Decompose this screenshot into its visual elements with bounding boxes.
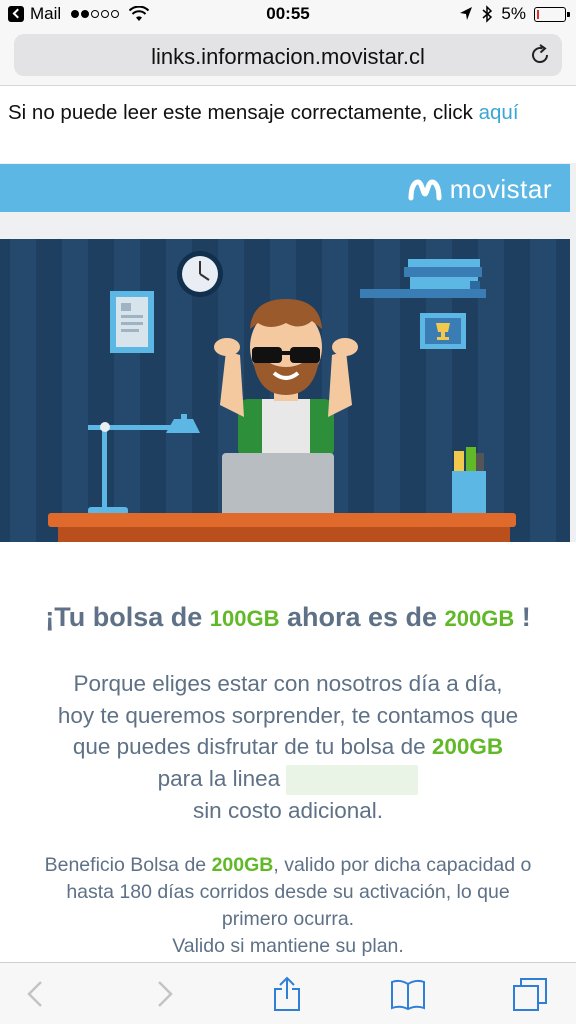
tabs-icon[interactable] [512,976,548,1012]
movistar-m-icon [408,178,442,200]
email-body: ¡Tu bolsa de 100GB ahora es de 200GB ! P… [0,542,576,962]
book-icon[interactable] [390,976,426,1012]
preheader-text: Si no puede leer este mensaje correctame… [8,101,479,124]
redacted-phone-number [286,764,419,795]
url-text[interactable]: links.informacion.movistar.cl [14,44,562,70]
battery-icon [534,6,570,22]
headline-part1: ¡Tu bolsa de [45,602,210,632]
headline-part2: ahora es de [279,602,445,632]
benefit-line3: primero ocurra. [221,908,355,930]
address-bar[interactable]: links.informacion.movistar.cl [14,34,562,76]
picture-frame-icon [110,291,154,353]
wifi-icon [129,6,150,21]
benefit-prefix: Beneficio Bolsa de [44,854,212,876]
preheader-link[interactable]: aquí [479,101,519,124]
clock-icon [177,251,223,297]
trophy-icon [420,313,466,349]
benefit-line1-suffix: , valido por dicha capacidad o [273,854,532,876]
paragraph-line4-text: para la linea [157,765,287,791]
location-arrow-icon [460,7,473,20]
back-app-label[interactable]: Mail [30,4,61,24]
benefit-note: Beneficio Bolsa de 200GB, valido por dic… [0,852,576,960]
headline-part3: ! [514,602,531,632]
battery-percent: 5% [501,4,526,23]
email-page: Si no puede leer este mensaje correctame… [0,87,576,962]
signal-strength-icon [71,10,120,18]
benefit-line1: Beneficio Bolsa de 200GB, valido por dic… [0,852,576,879]
pencil-cup-icon [452,447,486,513]
paragraph-line2: hoy te queremos sorprender, te contamos … [57,702,519,728]
chevron-left-icon[interactable] [18,976,54,1012]
paragraph-line3: que puedes disfrutar de tu bolsa de 200G… [0,731,576,763]
paragraph-line1: Porque eliges estar con nosotros día a d… [73,671,503,696]
movistar-logo[interactable]: movistar [408,174,552,205]
brand-header: movistar [0,164,570,212]
browser-toolbar [0,962,576,1024]
laptop-icon [222,453,334,519]
paragraph-line4: para la linea [0,763,576,795]
preheader: Si no puede leer este mensaje correctame… [8,101,519,125]
benefit-line2: hasta 180 días corridos desde su activac… [66,881,510,903]
back-to-app-icon[interactable] [8,6,24,22]
main-paragraph: Porque eliges estar con nosotros día a d… [0,668,576,826]
share-icon[interactable] [269,976,305,1012]
brand-name: movistar [449,174,552,204]
headline-gb-new: 200GB [444,606,515,631]
headline-gb-old: 100GB [209,606,280,631]
paragraph-line3-text: que puedes disfrutar de tu bolsa de [72,734,432,759]
paragraph-line5: sin costo adicional. [192,797,384,823]
bluetooth-icon [482,5,493,23]
hero-illustration [0,239,570,542]
benefit-gb: 200GB [211,854,274,876]
status-bar: Mail 00:55 5% [0,0,576,28]
paragraph-gb: 200GB [431,734,504,759]
headline: ¡Tu bolsa de 100GB ahora es de 200GB ! [0,602,576,633]
browser-address-area: links.informacion.movistar.cl [0,28,576,86]
chevron-right-icon[interactable] [146,976,182,1012]
reload-icon[interactable] [528,43,552,67]
benefit-line4: Valido si mantiene su plan. [172,935,404,957]
desk-illustration [48,513,516,542]
